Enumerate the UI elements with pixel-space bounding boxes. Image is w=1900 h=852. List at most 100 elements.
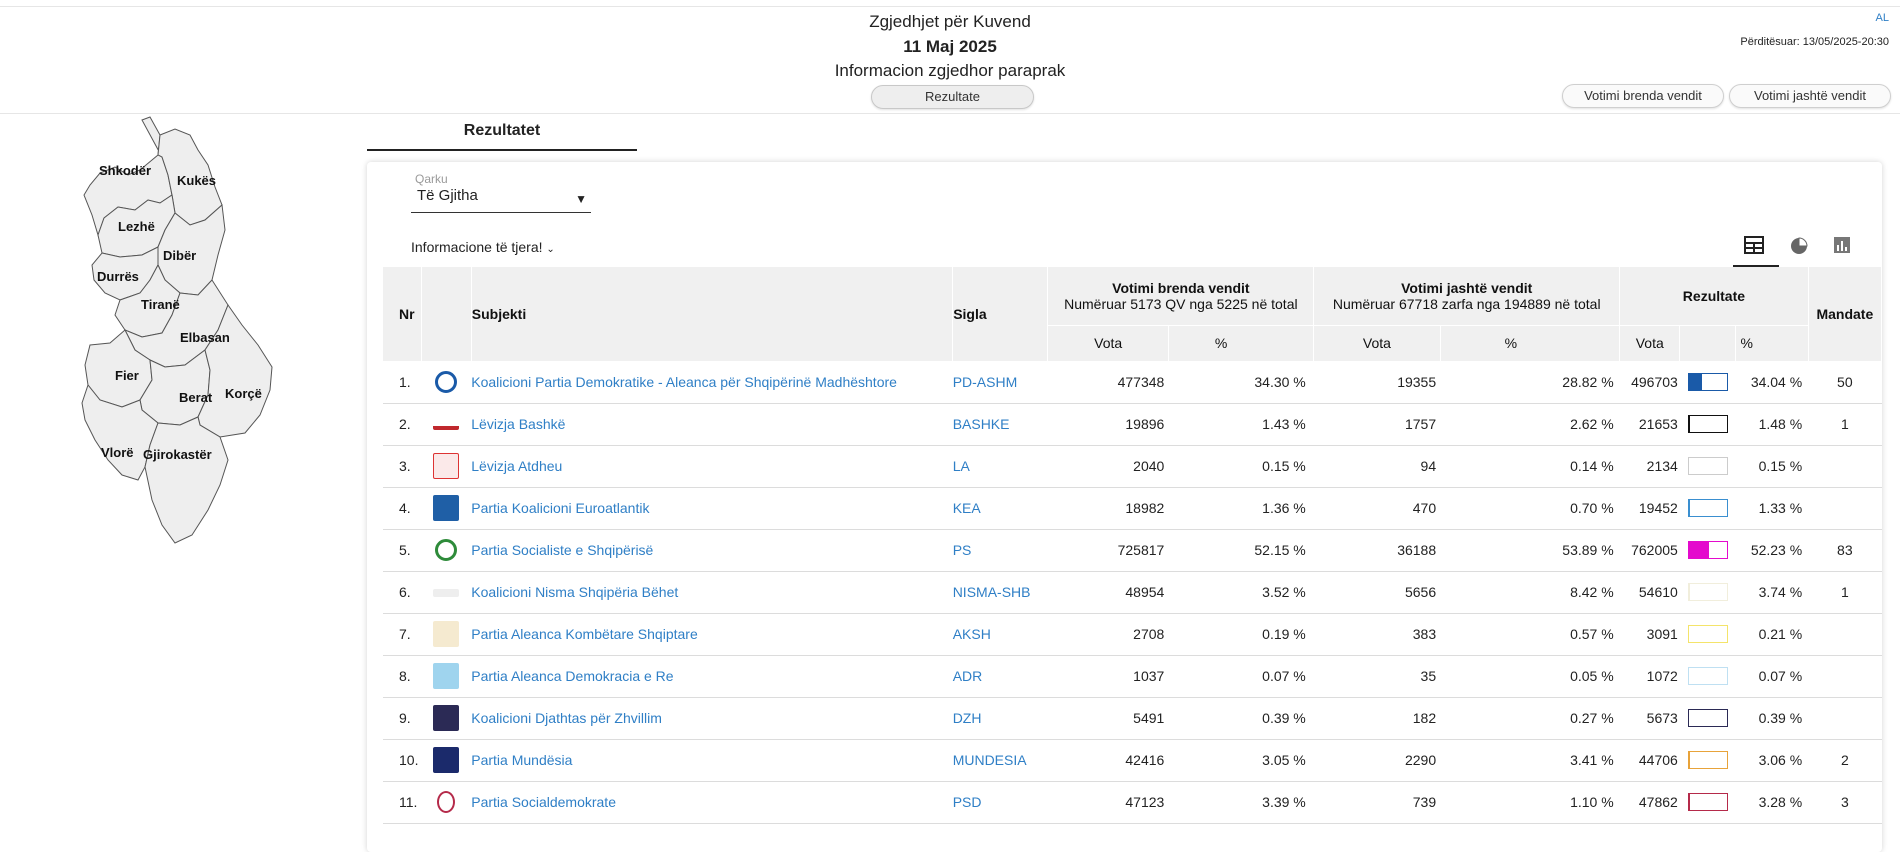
adr-logo-icon: [433, 663, 459, 689]
party-name-link[interactable]: Koalicioni Djathtas për Zhvillim: [471, 697, 952, 739]
row-logo: [421, 655, 471, 697]
pd-logo-icon: [435, 371, 457, 393]
party-name-link[interactable]: Partia Koalicioni Euroatlantik: [471, 487, 952, 529]
row-logo: [421, 571, 471, 613]
share-bar: [1680, 739, 1736, 781]
party-acronym: LA: [953, 445, 1048, 487]
chevron-down-icon: ⌄: [546, 244, 554, 255]
share-bar-box: [1688, 499, 1728, 517]
map-label-berat: Berat: [179, 390, 213, 405]
outside-votes: 36188: [1314, 529, 1440, 571]
table-row: 10.Partia MundësiaMUNDESIA424163.05 %229…: [383, 739, 1882, 781]
table-view-icon[interactable]: [1744, 236, 1770, 258]
share-bar-box: [1688, 583, 1728, 601]
row-logo: [421, 445, 471, 487]
mandates: [1808, 697, 1881, 739]
col-total-bar: [1680, 325, 1736, 361]
party-acronym: DZH: [953, 697, 1048, 739]
map-label-diber: Dibër: [163, 248, 196, 263]
total-votes: 19452: [1620, 487, 1680, 529]
col-rezultate: Rezultate: [1620, 267, 1809, 325]
share-bar-box: [1688, 625, 1728, 643]
share-bar-fill: [1689, 794, 1690, 810]
pie-view-icon[interactable]: [1789, 236, 1815, 258]
table-row: 8.Partia Aleanca Demokracia e ReADR10370…: [383, 655, 1882, 697]
outside-title: Votimi jashtë vendit: [1314, 280, 1619, 296]
rezultate-button[interactable]: Rezultate: [871, 85, 1034, 109]
party-name-link[interactable]: Partia Aleanca Demokracia e Re: [471, 655, 952, 697]
party-acronym: NISMA-SHB: [953, 571, 1048, 613]
language-switch[interactable]: AL: [1876, 12, 1889, 24]
outside-votes: 35: [1314, 655, 1440, 697]
total-votes: 44706: [1620, 739, 1680, 781]
bar-chart-view-icon[interactable]: [1833, 236, 1859, 258]
total-pct: 0.39 %: [1736, 697, 1808, 739]
outside-subtitle: Numëruar 67718 zarfa nga 194889 në total: [1314, 296, 1619, 312]
more-info-link[interactable]: Informacione të tjera! ⌄: [411, 239, 555, 255]
total-votes: 47862: [1620, 781, 1680, 823]
more-info-label: Informacione të tjera!: [411, 239, 543, 255]
outside-pct: 0.57 %: [1440, 613, 1620, 655]
total-votes: 54610: [1620, 571, 1680, 613]
outside-pct: 2.62 %: [1440, 403, 1620, 445]
share-bar: [1680, 781, 1736, 823]
party-name-link[interactable]: Lëvizja Atdheu: [471, 445, 952, 487]
party-name-link[interactable]: Partia Mundësia: [471, 739, 952, 781]
row-nr: 11.: [383, 781, 421, 823]
share-bar-box: [1688, 373, 1728, 391]
qarku-value: Të Gjitha: [417, 187, 478, 204]
total-pct: 1.33 %: [1736, 487, 1808, 529]
party-name-link[interactable]: Partia Socialdemokrate: [471, 781, 952, 823]
outside-pct: 0.05 %: [1440, 655, 1620, 697]
party-name-link[interactable]: Lëvizja Bashkë: [471, 403, 952, 445]
party-name-link[interactable]: Koalicioni Nisma Shqipëria Bëhet: [471, 571, 952, 613]
inside-pct: 52.15 %: [1168, 529, 1313, 571]
table-row: 4.Partia Koalicioni EuroatlantikKEA18982…: [383, 487, 1882, 529]
map-label-fier: Fier: [115, 368, 139, 383]
party-acronym: AKSH: [953, 613, 1048, 655]
table-row: 1.Koalicioni Partia Demokratike - Aleanc…: [383, 361, 1882, 403]
col-inside: Votimi brenda vendit Numëruar 5173 QV ng…: [1048, 267, 1314, 325]
total-pct: 3.74 %: [1736, 571, 1808, 613]
row-logo: [421, 487, 471, 529]
qarku-select[interactable]: Të Gjitha ▼: [411, 187, 591, 213]
mandates: [1808, 613, 1881, 655]
row-nr: 4.: [383, 487, 421, 529]
row-logo: [421, 739, 471, 781]
party-name-link[interactable]: Partia Aleanca Kombëtare Shqiptare: [471, 613, 952, 655]
col-outside-votes: Vota: [1314, 325, 1440, 361]
party-name-link[interactable]: Koalicioni Partia Demokratike - Aleanca …: [471, 361, 952, 403]
outside-votes: 19355: [1314, 361, 1440, 403]
col-subjekti: Subjekti: [471, 267, 952, 361]
inside-vote-button[interactable]: Votimi brenda vendit: [1562, 84, 1724, 108]
inside-pct: 3.05 %: [1168, 739, 1313, 781]
election-title: Zgjedhjet për Kuvend: [0, 12, 1900, 32]
outside-pct: 0.27 %: [1440, 697, 1620, 739]
la-logo-icon: [433, 453, 459, 479]
total-pct: 1.48 %: [1736, 403, 1808, 445]
outside-pct: 3.41 %: [1440, 739, 1620, 781]
tab-rezultatet[interactable]: Rezultatet: [367, 122, 637, 152]
row-logo: [421, 529, 471, 571]
col-logo: [421, 267, 471, 361]
row-nr: 5.: [383, 529, 421, 571]
row-nr: 10.: [383, 739, 421, 781]
table-row: 2.Lëvizja BashkëBASHKE198961.43 %17572.6…: [383, 403, 1882, 445]
outside-pct: 8.42 %: [1440, 571, 1620, 613]
inside-pct: 3.39 %: [1168, 781, 1313, 823]
row-logo: [421, 781, 471, 823]
outside-vote-button[interactable]: Votimi jashtë vendit: [1729, 84, 1891, 108]
region-gjirokaster[interactable]: [145, 417, 228, 543]
party-name-link[interactable]: Partia Socialiste e Shqipërisë: [471, 529, 952, 571]
outside-pct: 0.70 %: [1440, 487, 1620, 529]
table-row: 9.Koalicioni Djathtas për ZhvillimDZH549…: [383, 697, 1882, 739]
share-bar: [1680, 529, 1736, 571]
party-acronym: BASHKE: [953, 403, 1048, 445]
psd-logo-icon: [437, 791, 455, 813]
share-bar-fill: [1689, 542, 1709, 558]
total-pct: 0.15 %: [1736, 445, 1808, 487]
total-votes: 762005: [1620, 529, 1680, 571]
outside-votes: 739: [1314, 781, 1440, 823]
albania-map[interactable]: Shkodër Kukës Lezhë Dibër Durrës Tiranë …: [80, 115, 340, 660]
row-nr: 8.: [383, 655, 421, 697]
